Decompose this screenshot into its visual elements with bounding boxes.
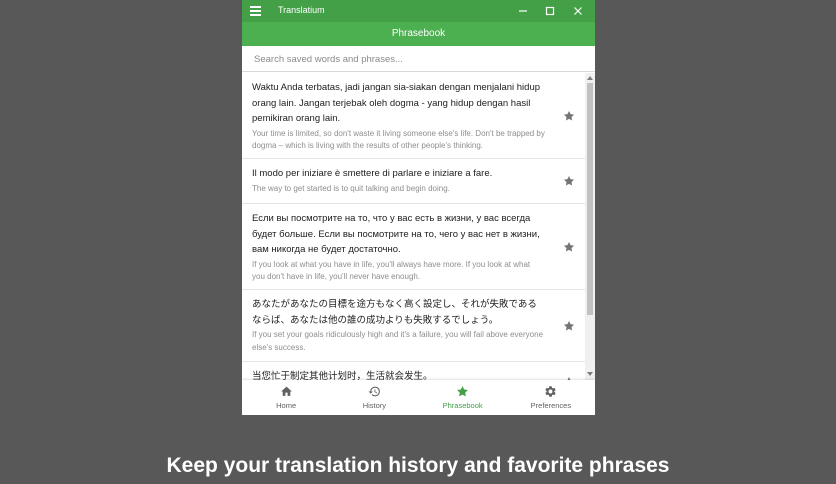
page-title: Phrasebook (391, 28, 446, 39)
nav-tab-phrasebook[interactable]: Phrasebook (419, 380, 507, 415)
star-icon[interactable] (563, 320, 575, 332)
phrase-source: Il modo per iniziare è smettere di parla… (252, 168, 493, 179)
phrase-source: 当您忙于制定其他计划时，生活就会发生。 (252, 371, 433, 380)
history-icon (368, 386, 380, 397)
star-icon (457, 386, 469, 397)
phrase-item[interactable]: Waktu Anda terbatas, jadi jangan sia-sia… (242, 73, 585, 159)
phrase-item[interactable]: Если вы посмотрите на то, что у вас есть… (242, 204, 585, 290)
star-icon[interactable] (563, 241, 575, 253)
nav-tab-preferences[interactable]: Preferences (507, 380, 595, 415)
home-icon (280, 386, 292, 396)
phrase-source: Если вы посмотрите на то, что у вас есть… (252, 213, 540, 255)
phrase-list: Waktu Anda terbatas, jadi jangan sia-sia… (242, 73, 585, 380)
search-input[interactable] (252, 46, 586, 72)
phrase-item[interactable]: あなたがあなたの目標を途方もなく高く設定し、それが失敗であるならば、あなたは他の… (242, 290, 585, 362)
phrase-translation: If you look at what you have in life, yo… (252, 259, 531, 282)
maximize-icon (545, 6, 555, 16)
title-bar: Translatium (242, 0, 595, 22)
app-title: Translatium (278, 5, 325, 15)
nav-tab-label: Phrasebook (442, 401, 483, 410)
search-bar (242, 46, 595, 72)
promo-caption: Keep your translation history and favori… (166, 454, 670, 477)
nav-tab-home[interactable]: Home (242, 380, 330, 415)
maximize-button[interactable] (536, 0, 564, 22)
phrase-translation: If you set your goals ridiculously high … (252, 330, 544, 352)
star-icon[interactable] (563, 175, 575, 187)
list-scrollbar[interactable] (585, 73, 595, 380)
phrase-source: Waktu Anda terbatas, jadi jangan sia-sia… (252, 82, 541, 124)
phrase-item[interactable]: Il modo per iniziare è smettere di parla… (242, 159, 585, 204)
phrase-item[interactable]: 当您忙于制定其他计划时，生活就会发生。 (242, 362, 585, 380)
star-icon[interactable] (563, 110, 575, 122)
minimize-button[interactable] (509, 0, 537, 22)
scroll-down-arrow-icon[interactable] (587, 372, 593, 376)
phrase-translation: The way to get started is to quit talkin… (252, 183, 450, 193)
phrase-translation: Your time is limited, so don't waste it … (252, 128, 545, 151)
gear-icon (545, 386, 556, 397)
nav-tab-label: History (362, 401, 387, 410)
bottom-navigation: Home History Phrasebook Preferences (242, 380, 595, 415)
minimize-icon (519, 10, 527, 12)
hamburger-menu-icon[interactable] (250, 4, 264, 18)
close-icon (574, 7, 582, 15)
app-bar: Phrasebook (242, 22, 595, 46)
scrollbar-thumb[interactable] (587, 83, 593, 315)
nav-tab-label: Home (276, 401, 297, 410)
close-button[interactable] (564, 0, 592, 22)
app-window: Translatium Phrasebook Waktu Anda terbat… (242, 0, 595, 415)
nav-tab-label: Preferences (530, 401, 572, 410)
nav-tab-history[interactable]: History (330, 380, 418, 415)
scroll-up-arrow-icon[interactable] (587, 76, 593, 80)
phrase-source: あなたがあなたの目標を途方もなく高く設定し、それが失敗であるならば、あなたは他の… (252, 299, 537, 326)
